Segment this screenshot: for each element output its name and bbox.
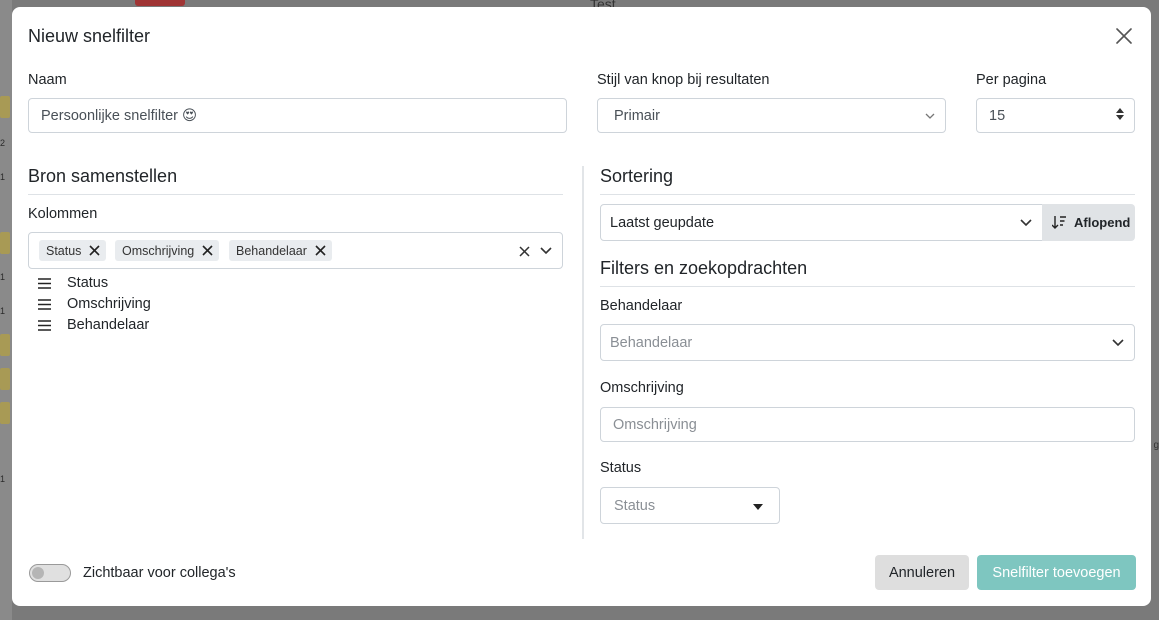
filters-divider: [600, 286, 1135, 287]
omschrijving-input[interactable]: Omschrijving: [600, 407, 1135, 442]
background-number: 1: [0, 306, 6, 316]
omschrijving-label: Omschrijving: [600, 380, 684, 396]
source-divider: [28, 194, 563, 195]
column-tag-label: Omschrijving: [122, 243, 195, 258]
background-right-text: g: [1153, 440, 1159, 451]
button-style-select[interactable]: Primair: [597, 98, 946, 133]
per-page-select[interactable]: 15: [976, 98, 1135, 133]
column-order-label: Status: [67, 275, 109, 291]
column-order-label: Omschrijving: [67, 296, 151, 312]
behandelaar-label: Behandelaar: [600, 298, 683, 314]
remove-tag-icon[interactable]: [315, 245, 326, 256]
column-order-item[interactable]: Behandelaar: [38, 317, 149, 333]
column-order-label: Behandelaar: [67, 317, 150, 333]
background-red-badge: [135, 0, 185, 6]
column-tag-label: Behandelaar: [236, 243, 307, 258]
modal-title: Nieuw snelfilter: [28, 26, 151, 46]
background-marker: [0, 402, 10, 424]
sort-descending-icon: [1052, 216, 1066, 229]
button-style-value: Primair: [614, 107, 660, 124]
sorting-title: Sortering: [600, 166, 674, 186]
sort-arrows-icon: [1116, 107, 1124, 124]
status-label: Status: [600, 460, 642, 476]
status-placeholder: Status: [614, 497, 656, 514]
background-marker: [0, 96, 10, 118]
column-order-item[interactable]: Status: [38, 275, 108, 291]
caret-down-icon: [753, 498, 763, 514]
drag-handle-icon[interactable]: [38, 298, 56, 310]
visible-toggle[interactable]: [29, 564, 71, 582]
drag-handle-icon[interactable]: [38, 277, 56, 289]
column-tag: Omschrijving: [115, 240, 220, 261]
background-marker: [0, 232, 10, 254]
background-number: 1: [0, 272, 6, 282]
visible-toggle-label: Zichtbaar voor collega's: [83, 565, 236, 581]
add-snelfilter-button[interactable]: Snelfilter toevoegen: [977, 555, 1136, 590]
column-tag: Behandelaar: [229, 240, 332, 261]
per-page-label: Per pagina: [976, 72, 1047, 88]
button-style-label: Stijl van knop bij resultaten: [597, 72, 770, 88]
columns-label: Kolommen: [28, 206, 98, 222]
toggle-knob: [32, 567, 44, 579]
columns-multiselect[interactable]: Status Omschrijving Behandelaar: [28, 232, 563, 269]
filters-title: Filters en zoekopdrachten: [600, 258, 808, 278]
close-icon[interactable]: [1114, 26, 1134, 46]
column-divider: [582, 166, 584, 539]
drag-handle-icon[interactable]: [38, 319, 56, 331]
name-input[interactable]: Persoonlijke snelfilter 😍: [28, 98, 567, 133]
background-number: 2: [0, 138, 6, 148]
column-tag-label: Status: [46, 243, 82, 258]
behandelaar-select[interactable]: Behandelaar: [600, 324, 1135, 361]
background-marker: [0, 368, 10, 390]
sorting-select[interactable]: Laatst geupdate: [600, 204, 1043, 241]
omschrijving-placeholder: Omschrijving: [613, 416, 697, 433]
cancel-button[interactable]: Annuleren: [875, 555, 969, 590]
source-title: Bron samenstellen: [28, 166, 178, 186]
per-page-value: 15: [989, 107, 1006, 124]
sorting-divider: [600, 194, 1135, 195]
column-tag: Status: [39, 240, 107, 261]
sort-direction-button[interactable]: Aflopend: [1042, 204, 1135, 241]
status-select[interactable]: Status: [600, 487, 780, 524]
background-number: 1: [0, 172, 6, 182]
behandelaar-placeholder: Behandelaar: [610, 334, 693, 351]
background-right-strip: [1151, 0, 1159, 620]
background-number: 1: [0, 474, 6, 484]
clear-icon[interactable]: [519, 246, 530, 257]
remove-tag-icon[interactable]: [202, 245, 213, 256]
sorting-value: Laatst geupdate: [610, 214, 715, 231]
name-label: Naam: [28, 72, 67, 88]
snelfilter-modal: Nieuw snelfilter Naam Persoonlijke snelf…: [12, 7, 1151, 606]
remove-tag-icon[interactable]: [89, 245, 101, 256]
chevron-down-icon: [1020, 215, 1032, 231]
chevron-down-icon: [1112, 335, 1124, 351]
chevron-down-icon: [925, 108, 935, 124]
name-input-value: Persoonlijke snelfilter 😍: [41, 107, 198, 124]
column-order-item[interactable]: Omschrijving: [38, 296, 151, 312]
chevron-down-icon[interactable]: [540, 247, 552, 255]
sort-direction-label: Aflopend: [1074, 215, 1131, 230]
background-marker: [0, 334, 10, 356]
